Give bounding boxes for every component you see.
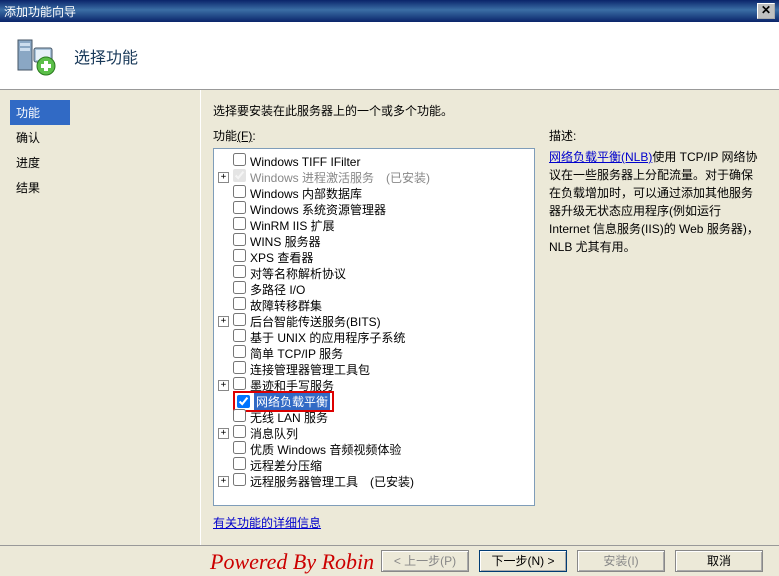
tree-row[interactable]: WinRM IIS 扩展 <box>216 217 532 233</box>
server-icon <box>14 34 58 78</box>
tree-row[interactable]: Windows 内部数据库 <box>216 185 532 201</box>
feature-label: 网络负载平衡 <box>254 393 330 410</box>
feature-checkbox[interactable] <box>233 441 246 454</box>
feature-label: 远程服务器管理工具 (已安装) <box>250 475 414 489</box>
feature-checkbox[interactable] <box>233 281 246 294</box>
wizard-footer: Powered By Robin < 上一步(P) 下一步(N) > 安装(I)… <box>0 545 779 575</box>
expand-icon[interactable]: + <box>218 380 229 391</box>
tree-row[interactable]: 故障转移群集 <box>216 297 532 313</box>
prev-button[interactable]: < 上一步(P) <box>381 550 469 572</box>
window-title: 添加功能向导 <box>4 3 757 20</box>
tree-row[interactable]: 远程差分压缩 <box>216 457 532 473</box>
feature-label: 连接管理器管理工具包 <box>250 363 370 377</box>
feature-checkbox[interactable] <box>233 313 246 326</box>
watermark-text: Powered By Robin <box>210 549 374 575</box>
instruction-text: 选择要安装在此服务器上的一个或多个功能。 <box>213 102 763 119</box>
feature-checkbox[interactable] <box>233 409 246 422</box>
tree-row[interactable]: XPS 查看器 <box>216 249 532 265</box>
feature-checkbox[interactable] <box>233 249 246 262</box>
feature-label: Windows 内部数据库 <box>250 187 362 201</box>
feature-label: 基于 UNIX 的应用程序子系统 <box>250 331 405 345</box>
feature-checkbox[interactable] <box>233 233 246 246</box>
feature-checkbox[interactable] <box>233 457 246 470</box>
tree-row[interactable]: Windows TIFF IFilter <box>216 153 532 169</box>
sidebar-item-1[interactable]: 确认 <box>16 125 200 150</box>
tree-row[interactable]: + 消息队列 <box>216 425 532 441</box>
tree-row[interactable]: 优质 Windows 音频视频体验 <box>216 441 532 457</box>
expand-icon[interactable]: + <box>218 476 229 487</box>
tree-row[interactable]: 基于 UNIX 的应用程序子系统 <box>216 329 532 345</box>
page-title: 选择功能 <box>74 44 138 68</box>
feature-label: 简单 TCP/IP 服务 <box>250 347 343 361</box>
next-button[interactable]: 下一步(N) > <box>479 550 567 572</box>
feature-label: 消息队列 <box>250 427 298 441</box>
feature-checkbox[interactable] <box>233 217 246 230</box>
tree-row[interactable]: + Windows 进程激活服务 (已安装) <box>216 169 532 185</box>
tree-row[interactable]: Windows 系统资源管理器 <box>216 201 532 217</box>
feature-checkbox[interactable] <box>233 201 246 214</box>
feature-label: 远程差分压缩 <box>250 459 322 473</box>
feature-label: Windows 系统资源管理器 <box>250 203 386 217</box>
install-button[interactable]: 安装(I) <box>577 550 665 572</box>
tree-row[interactable]: 对等名称解析协议 <box>216 265 532 281</box>
tree-row[interactable]: + 远程服务器管理工具 (已安装) <box>216 473 532 489</box>
feature-label: 优质 Windows 音频视频体验 <box>250 443 401 457</box>
feature-label: 对等名称解析协议 <box>250 267 346 281</box>
tree-row[interactable]: 多路径 I/O <box>216 281 532 297</box>
description-body: 使用 TCP/IP 网络协议在一些服务器上分配流量。对于确保在负载增加时，可以通… <box>549 150 759 254</box>
wizard-header: 选择功能 <box>0 22 779 90</box>
feature-checkbox[interactable] <box>233 265 246 278</box>
feature-checkbox[interactable] <box>233 473 246 486</box>
more-info-link[interactable]: 有关功能的详细信息 <box>213 514 321 531</box>
description-panel: 描述: 网络负载平衡(NLB)使用 TCP/IP 网络协议在一些服务器上分配流量… <box>549 127 763 531</box>
tree-row[interactable]: + 后台智能传送服务(BITS) <box>216 313 532 329</box>
sidebar-item-0[interactable]: 功能 <box>10 100 70 125</box>
feature-label: WinRM IIS 扩展 <box>250 219 335 233</box>
feature-checkbox[interactable] <box>233 425 246 438</box>
tree-row[interactable]: 连接管理器管理工具包 <box>216 361 532 377</box>
feature-label: 多路径 I/O <box>250 283 305 297</box>
features-label: 功能(F): <box>213 127 256 144</box>
feature-checkbox[interactable] <box>233 377 246 390</box>
feature-checkbox[interactable] <box>233 297 246 310</box>
sidebar: 功能确认进度结果 <box>0 90 200 545</box>
feature-checkbox[interactable] <box>233 361 246 374</box>
sidebar-item-2[interactable]: 进度 <box>16 150 200 175</box>
description-link[interactable]: 网络负载平衡(NLB) <box>549 150 652 164</box>
feature-label: WINS 服务器 <box>250 235 321 249</box>
tree-row[interactable]: 无线 LAN 服务 <box>216 409 532 425</box>
description-text: 网络负载平衡(NLB)使用 TCP/IP 网络协议在一些服务器上分配流量。对于确… <box>549 148 763 256</box>
feature-checkbox <box>233 169 246 182</box>
titlebar: 添加功能向导 ✕ <box>0 0 779 22</box>
feature-label: 故障转移群集 <box>250 299 322 313</box>
feature-label: XPS 查看器 <box>250 251 313 265</box>
features-tree[interactable]: Windows TIFF IFilter + Windows 进程激活服务 (已安装… <box>213 148 535 506</box>
feature-label: 后台智能传送服务(BITS) <box>250 315 381 329</box>
feature-label: Windows 进程激活服务 (已安装) <box>250 171 430 185</box>
description-title: 描述: <box>549 127 763 144</box>
feature-checkbox[interactable] <box>233 345 246 358</box>
expand-icon[interactable]: + <box>218 428 229 439</box>
cancel-button[interactable]: 取消 <box>675 550 763 572</box>
expand-icon[interactable]: + <box>218 316 229 327</box>
tree-row[interactable]: WINS 服务器 <box>216 233 532 249</box>
expand-icon[interactable]: + <box>218 172 229 183</box>
feature-checkbox[interactable] <box>233 329 246 342</box>
content-pane: 选择要安装在此服务器上的一个或多个功能。 功能(F): Windows TIFF… <box>200 90 779 545</box>
wizard-body: 功能确认进度结果 选择要安装在此服务器上的一个或多个功能。 功能(F): Win… <box>0 90 779 545</box>
feature-checkbox[interactable] <box>233 185 246 198</box>
feature-label: 无线 LAN 服务 <box>250 411 328 425</box>
feature-checkbox[interactable] <box>233 153 246 166</box>
tree-row[interactable]: 网络负载平衡 <box>216 393 532 409</box>
feature-checkbox[interactable] <box>237 395 250 408</box>
close-button[interactable]: ✕ <box>757 3 775 19</box>
feature-label: Windows TIFF IFilter <box>250 155 360 169</box>
sidebar-item-3[interactable]: 结果 <box>16 175 200 200</box>
tree-row[interactable]: 简单 TCP/IP 服务 <box>216 345 532 361</box>
